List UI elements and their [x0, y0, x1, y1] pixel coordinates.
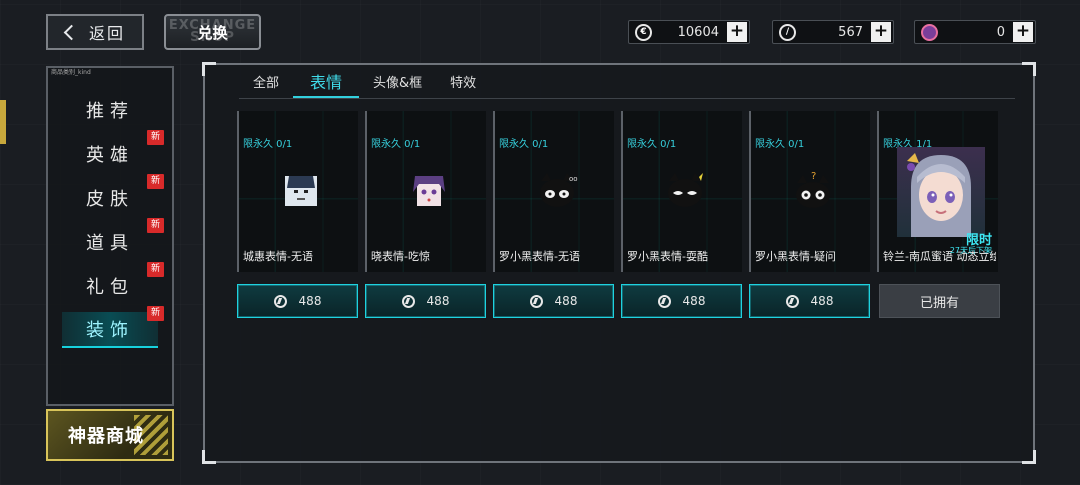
sidebar-item-label: 装饰 [86, 320, 134, 341]
purchase-limit: 限永久 0/1 [499, 139, 549, 150]
new-badge: 新 [147, 174, 164, 189]
product-name: 晓表情-吃惊 [371, 250, 430, 263]
purchase-limit: 限永久 0/1 [243, 139, 293, 150]
price-value: 488 [682, 294, 706, 308]
corner-bracket [1022, 450, 1036, 464]
price-value: 488 [554, 294, 578, 308]
product-card[interactable]: 限永久 0/1 oo 罗小黑表情-无语 [493, 111, 614, 272]
buy-button[interactable]: 488 [749, 284, 870, 318]
back-button[interactable]: 返回 [46, 14, 144, 50]
feather-coin-icon [785, 294, 799, 308]
product-card[interactable]: 限永久 0/1 ? 罗小黑表情-疑问 [749, 111, 870, 272]
currency-amount: 0 [996, 24, 1005, 40]
product-card[interactable]: 限永久 0/1 晓表情-吃惊 [365, 111, 486, 272]
chevron-left-icon [63, 24, 80, 40]
product-card[interactable]: 限永久 1/1 限时 27天后下架 铃兰-南瓜蜜语 动态立绘 [877, 111, 998, 272]
sidebar-item-skins[interactable]: 皮肤 新 [62, 174, 164, 216]
sidebar-item-label: 皮肤 [86, 189, 134, 210]
product-card[interactable]: 限永久 0/1 城惠表情-无语 [237, 111, 358, 272]
credit-coin-icon: € [635, 23, 652, 41]
product-name: 铃兰-南瓜蜜语 动态立绘 [883, 250, 996, 263]
sidebar-caption: 商品类别_kind [51, 69, 91, 76]
new-badge: 新 [147, 306, 164, 321]
purchase-limit: 限永久 0/1 [371, 139, 421, 150]
add-feather-button[interactable]: + [871, 22, 891, 42]
product-name: 罗小黑表情-耍酷 [627, 250, 708, 263]
purchase-limit: 限永久 0/1 [755, 139, 805, 150]
currency-amount: 567 [838, 24, 863, 40]
feather-coin-icon [273, 294, 287, 308]
price-value: 488 [810, 294, 834, 308]
corner-bracket [202, 62, 216, 76]
new-badge: 新 [147, 262, 164, 277]
currency-gem: 0 + [914, 20, 1036, 44]
sidebar-item-heroes[interactable]: 英雄 新 [62, 130, 164, 172]
price-value: 488 [298, 294, 322, 308]
tab-emotes[interactable]: 表情 [293, 65, 360, 98]
black-cat-speechless-sticker: oo [535, 171, 579, 211]
add-gem-button[interactable]: + [1013, 22, 1033, 42]
exchange-shop-logo: EXCHANGE SHOP 兑换 [164, 14, 261, 50]
artifact-shop-label: 神器商城 [68, 426, 144, 447]
buy-button[interactable]: 488 [621, 284, 742, 318]
corner-bracket [1022, 62, 1036, 76]
currency-credit: € 10604 + [628, 20, 750, 44]
sidebar-item-packs[interactable]: 礼包 新 [62, 262, 164, 304]
left-edge-marker [0, 100, 6, 144]
tab-avatar-frame[interactable]: 头像&框 [359, 65, 436, 98]
chenghui-speechless-sticker [279, 171, 323, 211]
buy-button[interactable]: 488 [493, 284, 614, 318]
svg-text:?: ? [811, 171, 816, 182]
product-name: 城惠表情-无语 [243, 250, 313, 263]
exchange-logo-label: 兑换 [197, 23, 228, 42]
buy-button[interactable]: 488 [237, 284, 358, 318]
sidebar-item-recommend[interactable]: 推荐 [62, 92, 158, 128]
new-badge: 新 [147, 130, 164, 145]
sidebar-item-decorations[interactable]: 装饰 新 [62, 306, 164, 348]
black-cat-cool-sticker [663, 171, 707, 211]
category-tabs: 全部 表情 头像&框 特效 [239, 65, 1015, 99]
artifact-shop-button[interactable]: 神器商城 [46, 409, 174, 461]
owned-button: 已拥有 [879, 284, 1000, 318]
sidebar-item-label: 礼包 [86, 277, 134, 298]
sidebar-item-items[interactable]: 道具 新 [62, 218, 164, 260]
black-cat-question-sticker: ? [791, 171, 835, 211]
gem-icon [921, 23, 938, 41]
sidebar-item-label: 英雄 [86, 145, 134, 166]
currency-amount: 10604 [677, 24, 719, 40]
back-label: 返回 [89, 24, 126, 43]
currency-feather: / 567 + [772, 20, 894, 44]
tab-all[interactable]: 全部 [239, 65, 293, 98]
feather-coin-icon [657, 294, 671, 308]
buy-button[interactable]: 488 [365, 284, 486, 318]
feather-coin-icon: / [779, 23, 796, 41]
sidebar-item-label: 推荐 [86, 101, 134, 122]
corner-bracket [202, 450, 216, 464]
category-sidebar: 商品类别_kind 推荐 英雄 新 皮肤 新 道具 新 礼包 新 装饰 新 [46, 66, 174, 406]
lingyu-pumpkin-portrait [897, 147, 985, 237]
svg-text:oo: oo [569, 175, 578, 183]
xiao-surprised-sticker [407, 171, 451, 211]
product-panel: 全部 表情 头像&框 特效 限永久 0/1 城惠表情-无语 488 限永久 0/… [202, 62, 1036, 464]
product-card[interactable]: 限永久 0/1 罗小黑表情-耍酷 [621, 111, 742, 272]
add-credit-button[interactable]: + [727, 22, 747, 42]
tab-effects[interactable]: 特效 [436, 65, 490, 98]
purchase-limit: 限永久 0/1 [627, 139, 677, 150]
owned-label: 已拥有 [919, 295, 959, 311]
new-badge: 新 [147, 218, 164, 233]
sidebar-item-label: 道具 [86, 233, 134, 254]
feather-coin-icon [401, 294, 415, 308]
product-name: 罗小黑表情-疑问 [755, 250, 836, 263]
feather-coin-icon [529, 294, 543, 308]
price-value: 488 [426, 294, 450, 308]
product-name: 罗小黑表情-无语 [499, 250, 580, 263]
